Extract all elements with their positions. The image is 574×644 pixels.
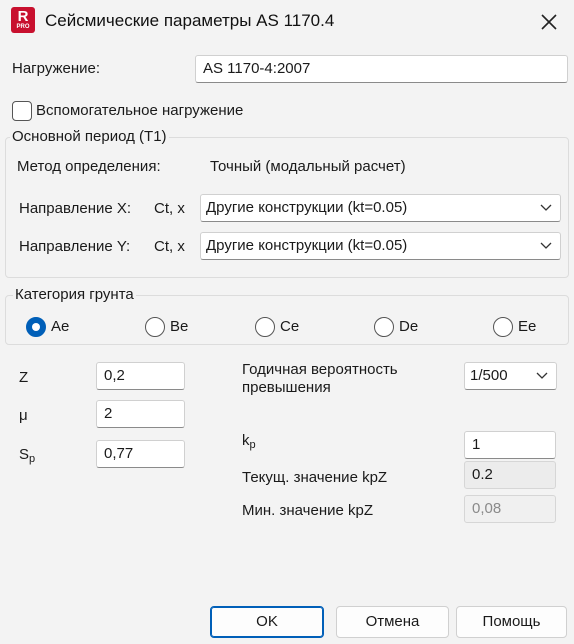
- soil-be-label: Be: [170, 318, 189, 335]
- soil-be-radio[interactable]: [145, 317, 165, 337]
- probability-select[interactable]: 1/500: [464, 362, 557, 390]
- app-logo-icon: R PRO: [11, 7, 35, 33]
- window-title: Сейсмические параметры AS 1170.4: [45, 11, 335, 30]
- direction-y-param: Ct, x: [154, 238, 185, 255]
- z-input[interactable]: 0,2: [96, 362, 185, 390]
- direction-x-value: Другие конструкции (kt=0.05): [206, 199, 408, 216]
- mu-input[interactable]: 2: [96, 400, 185, 428]
- soil-ae-label: Ae: [51, 318, 70, 335]
- method-label: Метод определения:: [17, 158, 161, 175]
- mu-label: μ: [19, 407, 28, 424]
- soil-ee-radio[interactable]: [493, 317, 513, 337]
- probability-value: 1/500: [470, 367, 508, 384]
- chevron-down-icon: [540, 204, 552, 211]
- sp-label-main: S: [19, 446, 30, 463]
- soil-ae-radio[interactable]: [26, 317, 46, 337]
- app-logo-badge: PRO: [16, 24, 30, 30]
- current-kpz-value: 0.2: [464, 461, 556, 489]
- cancel-button[interactable]: Отмена: [336, 606, 449, 638]
- direction-x-select[interactable]: Другие конструкции (kt=0.05): [200, 194, 561, 222]
- chevron-down-icon: [540, 242, 552, 249]
- auxiliary-load-label: Вспомогательное нагружение: [36, 102, 244, 119]
- soil-ce-label: Ce: [280, 318, 300, 335]
- method-value: Точный (модальный расчет): [210, 158, 406, 175]
- soil-ce-radio[interactable]: [255, 317, 275, 337]
- sp-input[interactable]: 0,77: [96, 440, 185, 468]
- min-kpz-label: Мин. значение kpZ: [242, 502, 374, 519]
- sp-label-sub: p: [29, 453, 36, 465]
- min-kpz-value: 0,08: [464, 495, 556, 523]
- soil-de-radio[interactable]: [374, 317, 394, 337]
- direction-y-value: Другие конструкции (kt=0.05): [206, 237, 408, 254]
- sp-label: Sp: [19, 446, 35, 465]
- direction-x-label: Направление X:: [19, 200, 132, 217]
- close-icon[interactable]: [537, 10, 561, 34]
- probability-label: Годичная вероятность превышения: [242, 361, 398, 396]
- kp-label-sub: p: [249, 439, 256, 451]
- z-label: Z: [19, 369, 29, 386]
- direction-y-label: Направление Y:: [19, 238, 131, 255]
- period-group-title: Основной период (T1): [10, 128, 169, 145]
- direction-x-param: Ct, x: [154, 200, 185, 217]
- help-button[interactable]: Помощь: [456, 606, 567, 638]
- current-kpz-label: Текущ. значение kpZ: [242, 469, 388, 486]
- soil-ee-label: Ee: [518, 318, 537, 335]
- soil-group-title: Категория грунта: [13, 286, 136, 303]
- direction-y-select[interactable]: Другие конструкции (kt=0.05): [200, 232, 561, 260]
- soil-de-label: De: [399, 318, 419, 335]
- chevron-down-icon: [536, 372, 548, 379]
- ok-button[interactable]: OK: [210, 606, 324, 638]
- kp-label-main: k: [242, 432, 250, 449]
- auxiliary-load-checkbox[interactable]: [12, 101, 32, 121]
- load-case-input[interactable]: AS 1170-4:2007: [195, 55, 568, 83]
- kp-label: kp: [242, 432, 256, 451]
- app-logo-letter: R: [17, 8, 29, 25]
- kp-input[interactable]: 1: [464, 431, 556, 459]
- load-case-label: Нагружение:: [12, 60, 101, 77]
